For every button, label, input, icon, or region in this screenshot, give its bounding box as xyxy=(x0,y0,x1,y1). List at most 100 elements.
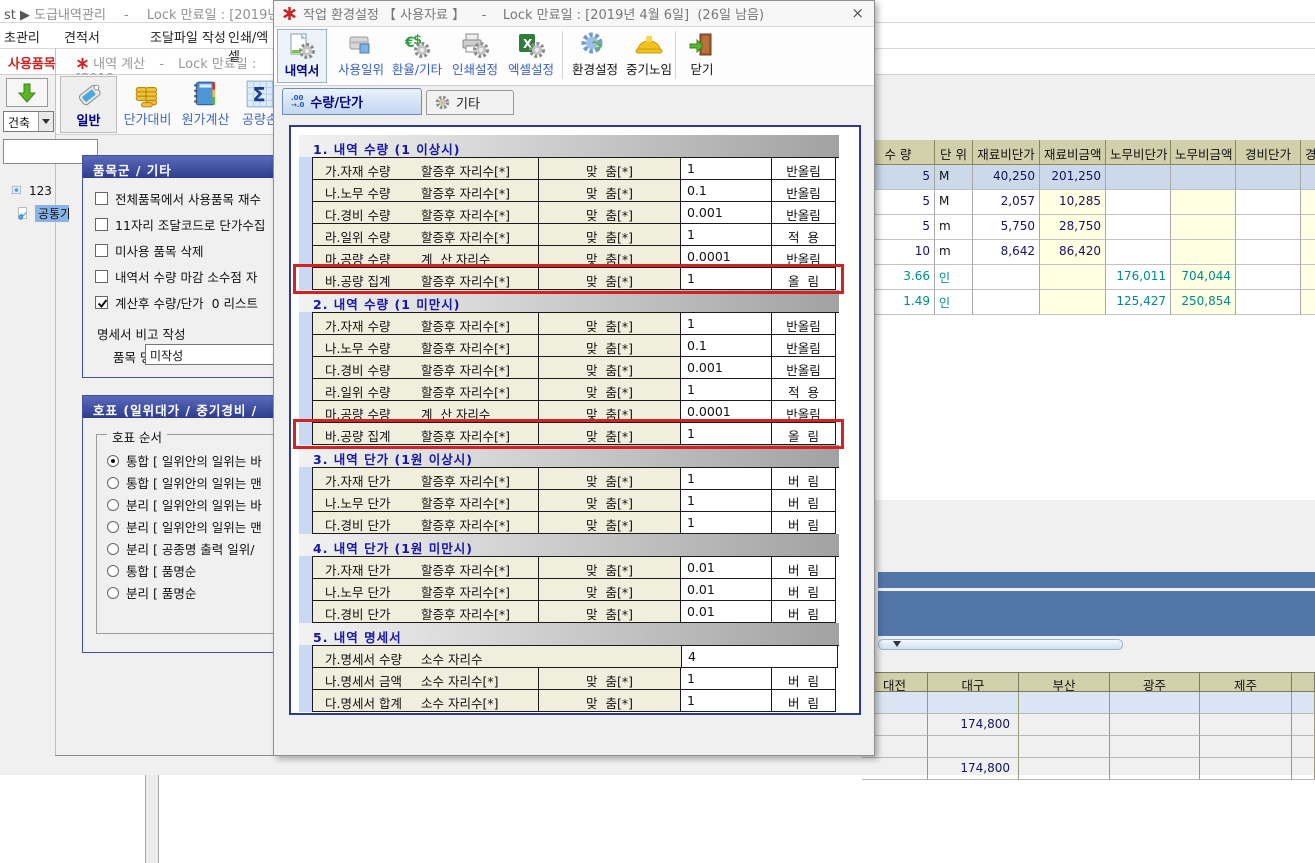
menu-item-견적서[interactable]: 견적서 xyxy=(64,27,100,46)
tab-etc[interactable]: 기타 xyxy=(426,90,514,115)
dialog-toolbar-button-내역서[interactable]: 내역서 xyxy=(277,29,327,83)
region-cell[interactable] xyxy=(1110,692,1200,714)
region-cell[interactable] xyxy=(1110,714,1200,736)
rounding-cell[interactable]: 버 림 xyxy=(772,557,836,579)
dialog-toolbar-button-환율/기타[interactable]: €$환율/기타 xyxy=(388,29,446,83)
rounding-cell[interactable]: 반올림 xyxy=(772,357,836,379)
grid-cell[interactable] xyxy=(1301,290,1315,315)
region-cell[interactable] xyxy=(1292,692,1315,714)
grid-cell[interactable]: m xyxy=(935,240,973,265)
dialog-toolbar-button-닫기[interactable]: 닫기 xyxy=(680,29,724,83)
value-cell[interactable]: 0.01 xyxy=(681,557,772,579)
value-cell[interactable]: 1 xyxy=(681,490,772,512)
value-cell[interactable]: 0.01 xyxy=(681,579,772,601)
radio-button[interactable] xyxy=(107,477,119,489)
rounding-cell[interactable]: 반올림 xyxy=(772,313,836,335)
value-cell[interactable]: 0.01 xyxy=(681,601,772,623)
checkbox[interactable] xyxy=(95,218,108,231)
grid-data-row[interactable]: 5m5,75028,750 xyxy=(862,215,1315,240)
menu-item-조달파일 작성[interactable]: 조달파일 작성 xyxy=(150,27,226,46)
grid-cell[interactable] xyxy=(1236,165,1301,190)
radio-button[interactable] xyxy=(107,565,119,577)
grid-cell[interactable] xyxy=(1106,165,1171,190)
grid-data-row[interactable]: 5M2,05710,285 xyxy=(862,190,1315,215)
vertical-splitter[interactable] xyxy=(145,775,159,863)
dialog-toolbar-button-인쇄설정[interactable]: 인쇄설정 xyxy=(448,29,502,83)
region-cell[interactable] xyxy=(1019,692,1110,714)
dialog-titlebar[interactable]: 작업 환경설정 【 사용자료 】 - Lock 만료일 : [2019년 4월 … xyxy=(274,1,874,27)
grid-cell[interactable]: 인 xyxy=(935,265,973,290)
checkbox-checked[interactable] xyxy=(95,296,108,309)
grid-cell[interactable]: 125,427 xyxy=(1106,290,1171,315)
grid-data-row[interactable]: 5M40,250201,250 xyxy=(862,165,1315,190)
region-cell[interactable] xyxy=(1292,736,1315,758)
rounding-cell[interactable]: 버 림 xyxy=(772,490,836,512)
grid-cell[interactable] xyxy=(1040,290,1106,315)
category-dropdown[interactable]: 건축 xyxy=(3,111,54,132)
region-cell[interactable] xyxy=(1019,736,1110,758)
grid-cell[interactable] xyxy=(1106,190,1171,215)
rounding-cell[interactable]: 버 림 xyxy=(772,468,836,490)
rounding-cell[interactable]: 반올림 xyxy=(772,158,836,180)
fit-mode-cell[interactable]: 맞 춤[*] xyxy=(539,202,681,224)
checkbox[interactable] xyxy=(95,244,108,257)
checkbox-row[interactable]: 내역서 수량 마감 소수점 자 xyxy=(95,267,257,286)
region-cell[interactable] xyxy=(1292,714,1315,736)
radio-button[interactable] xyxy=(107,543,119,555)
grid-cell[interactable]: 5,750 xyxy=(973,215,1040,240)
region-cell[interactable] xyxy=(1019,758,1110,780)
radio-row[interactable]: 분리 [ 품명순 xyxy=(107,583,196,602)
fit-mode-cell[interactable]: 맞 춤[*] xyxy=(539,357,681,379)
toolbar-button-원가계산[interactable]: 원가계산 xyxy=(177,76,234,133)
grid-cell[interactable]: 704,044 xyxy=(1171,265,1236,290)
checkbox-row[interactable]: 계산후 수량/단가 0 리스트 xyxy=(95,293,258,312)
fit-mode-cell[interactable]: 맞 춤[*] xyxy=(539,313,681,335)
fit-mode-cell[interactable]: 맞 춤[*] xyxy=(539,180,681,202)
toolbar-button-단가대비[interactable]: 단가대비 xyxy=(120,76,175,133)
fit-mode-cell[interactable]: 맞 춤[*] xyxy=(539,579,681,601)
dropdown-arrow-button[interactable] xyxy=(38,112,53,131)
grid-cell[interactable]: 250,854 xyxy=(1171,290,1236,315)
region-data-row[interactable] xyxy=(862,736,1315,758)
region-data-row[interactable]: 174,800 xyxy=(862,714,1315,736)
fit-mode-cell[interactable]: 맞 춤[*] xyxy=(539,335,681,357)
grid-cell[interactable]: 28,750 xyxy=(1040,215,1106,240)
grid-cell[interactable] xyxy=(1236,215,1301,240)
region-cell[interactable] xyxy=(928,692,1019,714)
checkbox[interactable] xyxy=(95,192,108,205)
dialog-toolbar-button-사용일위[interactable]: 사용일위 xyxy=(334,29,388,83)
rounding-cell[interactable]: 버 림 xyxy=(772,690,836,712)
grid-cell[interactable] xyxy=(973,290,1040,315)
fit-mode-cell[interactable]: 맞 춤[*] xyxy=(539,468,681,490)
rounding-cell[interactable]: 반올림 xyxy=(772,202,836,224)
grid-cell[interactable] xyxy=(1236,265,1301,290)
tree-item[interactable]: 공통가 xyxy=(16,205,69,222)
fit-mode-cell[interactable]: 맞 춤[*] xyxy=(539,379,681,401)
fit-mode-cell[interactable]: 맞 춤[*] xyxy=(539,668,681,690)
grid-cell[interactable]: M xyxy=(935,165,973,190)
fit-mode-cell[interactable]: 맞 춤[*] xyxy=(539,601,681,623)
region-cell[interactable] xyxy=(1110,736,1200,758)
grid-cell[interactable]: 86,420 xyxy=(1040,240,1106,265)
menu-item-초관리[interactable]: 초관리 xyxy=(4,27,40,46)
value-cell[interactable]: 1 xyxy=(681,313,772,335)
checkbox[interactable] xyxy=(95,270,108,283)
region-cell[interactable] xyxy=(862,758,928,780)
region-cell[interactable] xyxy=(1200,758,1292,780)
grid-cell[interactable] xyxy=(1301,240,1315,265)
rounding-cell[interactable]: 버 림 xyxy=(772,601,836,623)
rounding-cell[interactable]: 적 용 xyxy=(772,379,836,401)
close-button[interactable]: × xyxy=(851,4,864,22)
radio-button[interactable] xyxy=(107,587,119,599)
region-cell[interactable] xyxy=(1200,736,1292,758)
radio-button[interactable] xyxy=(107,499,119,511)
value-cell[interactable]: 1 xyxy=(681,668,772,690)
region-cell[interactable] xyxy=(1200,714,1292,736)
value-cell[interactable]: 1 xyxy=(681,512,772,534)
value-cell[interactable]: 1 xyxy=(681,224,772,246)
fit-mode-cell[interactable]: 맞 춤[*] xyxy=(539,158,681,180)
checkbox-row[interactable]: 미사용 품목 삭제 xyxy=(95,241,203,260)
grid-cell[interactable] xyxy=(1106,240,1171,265)
used-items-label[interactable]: 사용품목 xyxy=(8,53,56,72)
rounding-cell[interactable]: 반올림 xyxy=(772,180,836,202)
